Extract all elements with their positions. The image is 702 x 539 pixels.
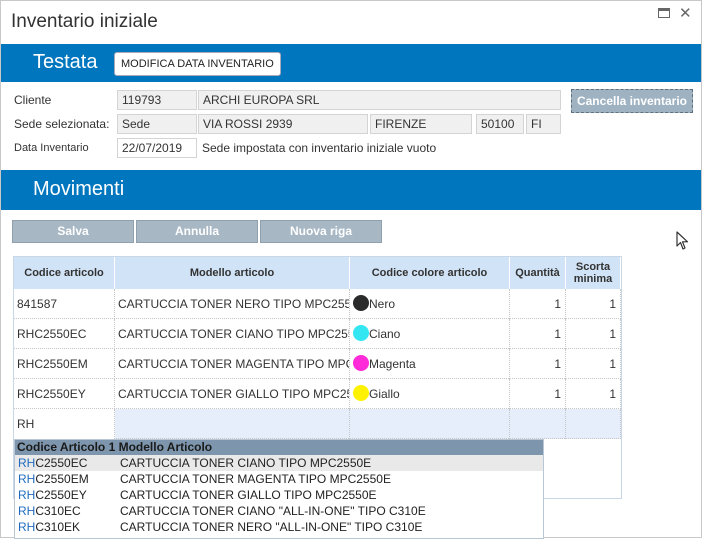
edit-row[interactable]: RH xyxy=(14,409,621,439)
column-header-scorta[interactable]: Scorta minima xyxy=(566,257,621,289)
sede-address-field: VIA ROSSI 2939 xyxy=(198,114,368,134)
table-row[interactable]: RHC2550EC CARTUCCIA TONER CIANO TIPO MPC… xyxy=(14,319,621,349)
movimenti-title: Movimenti xyxy=(33,178,125,200)
maximize-icon[interactable] xyxy=(658,8,670,18)
movimenti-section-bar: Movimenti xyxy=(1,170,701,210)
cell-model: CARTUCCIA TONER MAGENTA TIPO MPC2... xyxy=(115,349,350,379)
table-row[interactable]: RHC2550EY CARTUCCIA TONER GIALLO TIPO MP… xyxy=(14,379,621,409)
sede-prov-field: FI xyxy=(526,114,561,134)
title-bar: Inventario iniziale ✕ xyxy=(1,1,701,43)
autocomplete-item[interactable]: RHC2550EY CARTUCCIA TONER GIALLO TIPO MP… xyxy=(15,487,543,503)
cell-quantity[interactable] xyxy=(510,409,566,439)
cell-code: 841587 xyxy=(14,289,115,319)
cell-model: CARTUCCIA TONER CIANO TIPO MPC2550E xyxy=(115,319,350,349)
table-row[interactable]: 841587 CARTUCCIA TONER NERO TIPO MPC2551… xyxy=(14,289,621,319)
color-name: Nero xyxy=(369,297,396,311)
cell-min-stock[interactable] xyxy=(566,409,621,439)
cell-quantity: 1 xyxy=(510,319,566,349)
autocomplete-header: Codice Articolo 1 Modello Articolo xyxy=(15,440,543,455)
cell-quantity: 1 xyxy=(510,349,566,379)
cell-min-stock: 1 xyxy=(566,349,621,379)
column-header-quantita[interactable]: Quantità xyxy=(510,257,566,289)
color-name: Giallo xyxy=(369,387,400,401)
cliente-name-field: ARCHI EUROPA SRL xyxy=(198,90,561,110)
cell-code: RHC2550EY xyxy=(14,379,115,409)
inventory-dialog: Inventario iniziale ✕ Testata MODIFICA D… xyxy=(0,0,702,539)
cell-code: RHC2550EM xyxy=(14,349,115,379)
sede-code-field: Sede xyxy=(117,114,197,134)
autocomplete-item[interactable]: RHC2550EC CARTUCCIA TONER CIANO TIPO MPC… xyxy=(15,455,543,471)
autocomplete-item[interactable]: RHC2550EM CARTUCCIA TONER MAGENTA TIPO M… xyxy=(15,471,543,487)
color-name: Magenta xyxy=(369,357,416,371)
column-header-modello[interactable]: Modello articolo xyxy=(115,257,350,289)
cell-quantity: 1 xyxy=(510,379,566,409)
column-header-colore[interactable]: Codice colore articolo xyxy=(350,257,510,289)
cell-model[interactable] xyxy=(115,409,350,439)
autocomplete-dropdown[interactable]: Codice Articolo 1 Modello Articolo RHC25… xyxy=(14,439,544,539)
color-swatch-icon xyxy=(353,325,369,342)
cliente-code-field: 119793 xyxy=(117,90,197,110)
cell-color[interactable] xyxy=(350,409,510,439)
cell-model: CARTUCCIA TONER NERO TIPO MPC2551E xyxy=(115,289,350,319)
cell-color: Nero xyxy=(350,289,510,319)
cell-code: RHC2550EC xyxy=(14,319,115,349)
code-edit-input[interactable]: RH xyxy=(14,409,115,439)
cell-min-stock: 1 xyxy=(566,379,621,409)
cliente-label: Cliente xyxy=(14,93,52,107)
sede-city-field: FIRENZE xyxy=(370,114,472,134)
annulla-button[interactable]: Annulla xyxy=(136,220,258,243)
testata-section-bar: Testata xyxy=(1,44,701,82)
autocomplete-item[interactable]: RHC310EC CARTUCCIA TONER CIANO "ALL-IN-O… xyxy=(15,503,543,519)
column-header-codice[interactable]: Codice articolo xyxy=(14,257,115,289)
sede-label: Sede selezionata: xyxy=(14,117,110,131)
cell-quantity: 1 xyxy=(510,289,566,319)
data-inventario-note: Sede impostata con inventario iniziale v… xyxy=(202,141,437,155)
modifica-data-button[interactable]: MODIFICA DATA INVENTARIO xyxy=(114,52,281,76)
cell-color: Giallo xyxy=(350,379,510,409)
color-swatch-icon xyxy=(353,355,369,372)
cancella-inventario-button[interactable]: Cancella inventario xyxy=(571,89,693,113)
salva-button[interactable]: Salva xyxy=(12,220,134,243)
cell-min-stock: 1 xyxy=(566,289,621,319)
table-row[interactable]: RHC2550EM CARTUCCIA TONER MAGENTA TIPO M… xyxy=(14,349,621,379)
close-icon[interactable]: ✕ xyxy=(679,4,692,22)
color-swatch-icon xyxy=(353,295,369,312)
autocomplete-item[interactable]: RHC310EK CARTUCCIA TONER NERO "ALL-IN-ON… xyxy=(15,519,543,535)
cell-model: CARTUCCIA TONER GIALLO TIPO MPC255... xyxy=(115,379,350,409)
cell-min-stock: 1 xyxy=(566,319,621,349)
nuova-riga-button[interactable]: Nuova riga xyxy=(260,220,382,243)
mouse-cursor-icon xyxy=(676,231,689,250)
data-inventario-label: Data Inventario xyxy=(14,142,89,154)
testata-title: Testata xyxy=(33,51,98,73)
color-swatch-icon xyxy=(353,385,369,402)
cell-color: Magenta xyxy=(350,349,510,379)
cell-color: Ciano xyxy=(350,319,510,349)
window-title: Inventario iniziale xyxy=(11,11,158,32)
data-inventario-field[interactable]: 22/07/2019 xyxy=(117,138,197,158)
color-name: Ciano xyxy=(369,327,401,341)
sede-cap-field: 50100 xyxy=(476,114,524,134)
